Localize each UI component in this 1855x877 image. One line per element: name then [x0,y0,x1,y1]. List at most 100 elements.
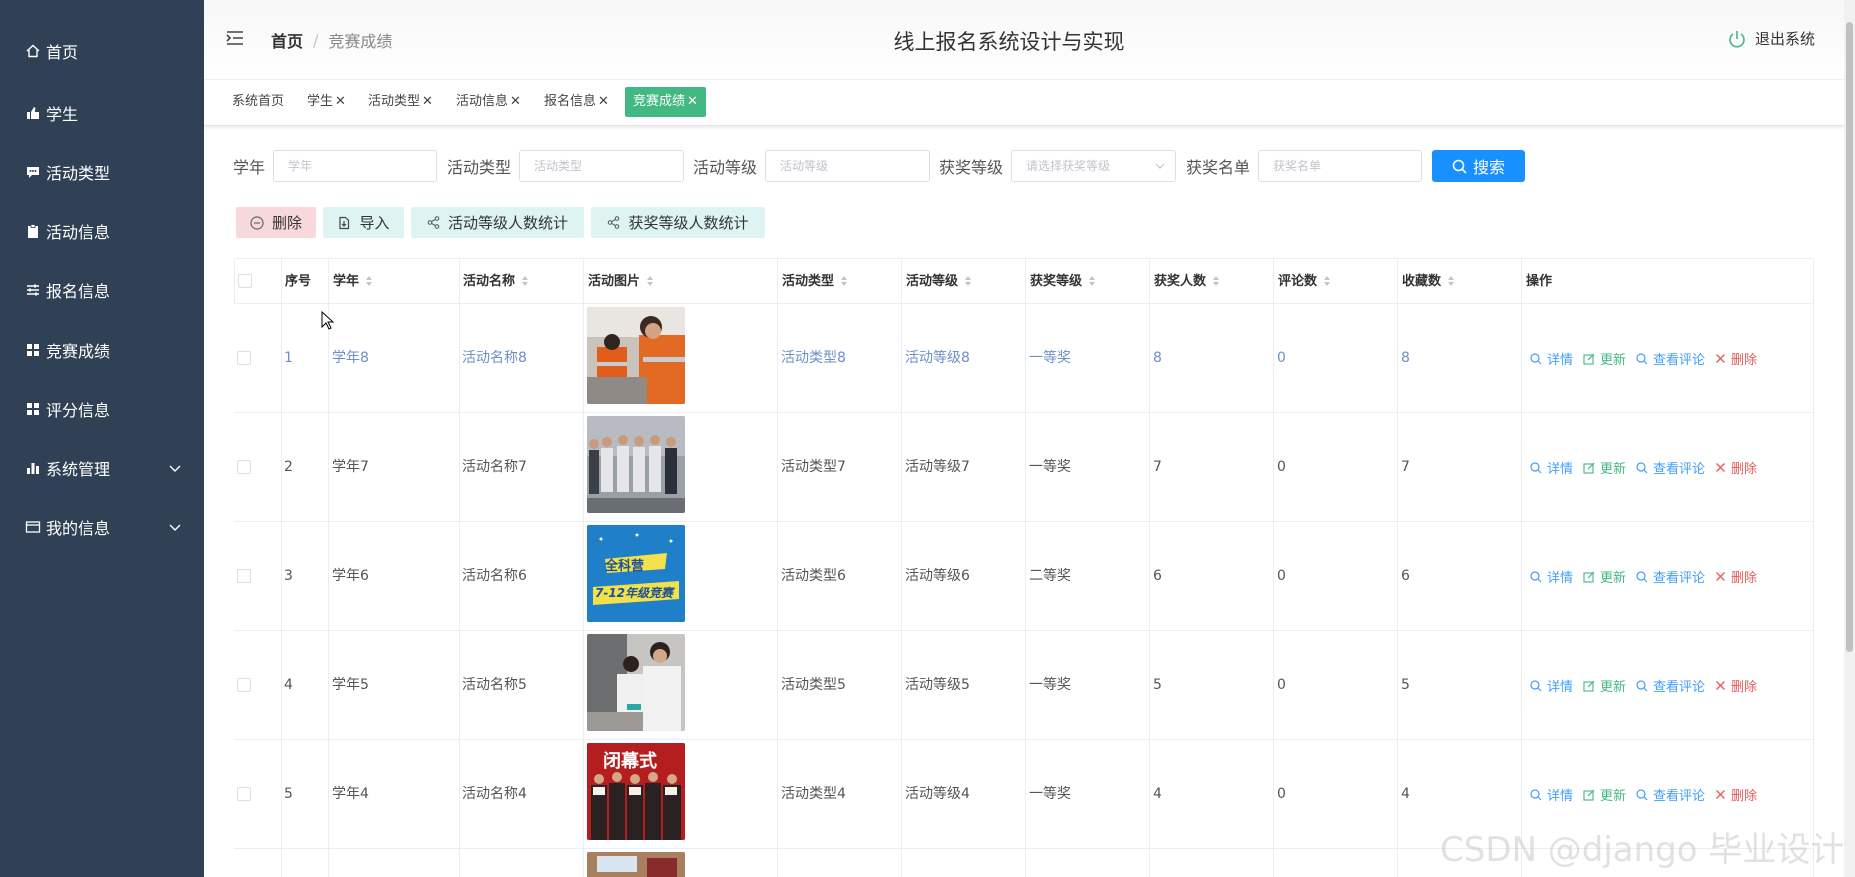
page-scrollbar[interactable] [1844,0,1855,877]
tag-label: 活动信息 [456,94,509,109]
sidebar-item-registration[interactable]: 报名信息 [0,260,204,319]
close-icon[interactable]: ✕ [598,94,609,109]
activity-image [587,634,685,731]
delete-link[interactable]: 删除 [1715,349,1757,368]
scrollbar-thumb[interactable] [1846,22,1853,652]
close-icon[interactable]: ✕ [687,94,698,109]
sort-icon[interactable] [964,275,972,287]
cell-winners: 4 [1153,786,1162,802]
sidebar-item-activity-info[interactable]: 活动信息 [0,201,204,260]
clipboard-icon [24,222,42,240]
detail-link[interactable]: 详情 [1530,567,1573,586]
tag-label: 报名信息 [544,94,597,109]
sidebar-item-activity-type[interactable]: 活动类型 [0,142,204,201]
close-icon [1716,790,1726,799]
sort-icon[interactable] [1323,275,1331,287]
row-checkbox[interactable] [237,351,251,365]
sidebar-item-label: 报名信息 [46,281,111,301]
view-comments-link[interactable]: 查看评论 [1636,785,1705,804]
view-comments-link[interactable]: 查看评论 [1636,458,1705,477]
col-header-year[interactable]: 学年 [333,259,373,305]
delete-button[interactable]: 删除 [236,207,316,238]
activity-image: 全科营 7-12年级竞赛 [587,525,685,622]
cell-type: 活动类型4 [781,786,846,802]
sidebar-item-competition-results[interactable]: 竞赛成绩 [0,320,204,379]
row-checkbox[interactable] [237,460,251,474]
search-level-input[interactable] [765,150,930,182]
sort-icon[interactable] [840,275,848,287]
detail-link[interactable]: 详情 [1530,458,1573,477]
col-header-winners[interactable]: 获奖人数 [1154,259,1220,305]
activity-image [587,307,685,404]
chevron-down-icon [1155,163,1165,169]
detail-link[interactable]: 详情 [1530,676,1573,695]
logout-button[interactable]: 退出系统 [1727,28,1815,49]
col-header-image[interactable]: 活动图片 [588,259,654,305]
col-header-comments[interactable]: 评论数 [1278,259,1331,305]
delete-link[interactable]: 删除 [1715,458,1757,477]
row-checkbox[interactable] [237,787,251,801]
sidebar-item-scoring[interactable]: 评分信息 [0,379,204,438]
tag-home[interactable]: 系统首页 [232,87,284,117]
import-button[interactable]: 导入 [323,207,404,238]
row-checkbox[interactable] [237,678,251,692]
col-header-type[interactable]: 活动类型 [782,259,848,305]
update-link[interactable]: 更新 [1583,567,1626,586]
cell-award: 一等奖 [1029,459,1071,475]
search-award-select[interactable]: 请选择获奖等级 [1011,150,1176,182]
cell-favorites: 4 [1401,786,1410,802]
search-list-input[interactable] [1258,150,1422,182]
delete-link[interactable]: 删除 [1715,785,1757,804]
col-header-level[interactable]: 活动等级 [906,259,972,305]
tag-students[interactable]: 学生 ✕ [307,87,346,117]
select-all-checkbox[interactable] [238,274,252,288]
view-comments-link[interactable]: 查看评论 [1636,676,1705,695]
row-actions: 详情 更新 查看评论 删除 [1530,413,1767,522]
tag-registration[interactable]: 报名信息 ✕ [544,87,609,117]
col-header-name[interactable]: 活动名称 [463,259,529,305]
view-comments-link[interactable]: 查看评论 [1636,567,1705,586]
search-button[interactable]: 搜索 [1432,150,1525,182]
update-link[interactable]: 更新 [1583,785,1626,804]
tag-label: 学生 [307,94,334,109]
close-icon[interactable]: ✕ [335,94,346,109]
detail-link[interactable]: 详情 [1530,785,1573,804]
update-link[interactable]: 更新 [1583,349,1626,368]
detail-link[interactable]: 详情 [1530,349,1573,368]
sort-icon[interactable] [521,275,529,287]
sidebar-item-label: 学生 [46,104,79,124]
update-link[interactable]: 更新 [1583,676,1626,695]
stat-level-button[interactable]: 活动等级人数统计 [411,207,584,238]
close-icon[interactable]: ✕ [510,94,521,109]
sort-icon[interactable] [1447,275,1455,287]
search-type-input[interactable] [519,150,684,182]
search-icon [1530,679,1542,691]
stat-award-button[interactable]: 获奖等级人数统计 [591,207,765,238]
delete-link[interactable]: 删除 [1715,567,1757,586]
search-year-input[interactable] [273,150,437,182]
update-link[interactable]: 更新 [1583,458,1626,477]
row-checkbox[interactable] [237,569,251,583]
tag-competition-results[interactable]: 竞赛成绩 ✕ [625,87,706,117]
sort-icon[interactable] [1088,275,1096,287]
sidebar-item-system[interactable]: 系统管理 [0,438,204,497]
sort-icon[interactable] [365,275,373,287]
close-icon[interactable]: ✕ [422,94,433,109]
col-header-favorites[interactable]: 收藏数 [1402,259,1455,305]
sidebar-item-home[interactable]: 首页 [0,21,204,80]
activity-image: 闭幕式 [587,743,685,840]
sort-icon[interactable] [1212,275,1220,287]
tag-activity-info[interactable]: 活动信息 ✕ [456,87,521,117]
delete-link[interactable]: 删除 [1715,676,1757,695]
tag-activity-type[interactable]: 活动类型 ✕ [368,87,433,117]
view-comments-link[interactable]: 查看评论 [1636,349,1705,368]
row-actions: 详情 更新 查看评论 删除 [1530,304,1767,413]
sidebar-item-students[interactable]: 学生 [0,83,204,142]
cell-level: 活动等级7 [905,459,970,475]
sort-icon[interactable] [646,275,654,287]
sidebar-item-label: 活动类型 [46,163,111,183]
col-header-award[interactable]: 获奖等级 [1030,259,1096,305]
sidebar-item-my-info[interactable]: 我的信息 [0,497,204,556]
cell-favorites: 8 [1401,350,1410,366]
delete-button-label: 删除 [271,214,302,232]
